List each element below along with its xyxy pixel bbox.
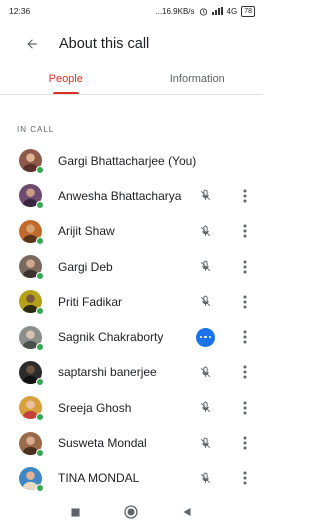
- avatar: [19, 466, 44, 492]
- square-recents-icon: [71, 507, 80, 517]
- mic-muted-icon: [197, 188, 213, 204]
- section-label: IN CALL: [17, 125, 55, 134]
- presence-indicator: [36, 377, 44, 386]
- participant-name: Sagnik Chakraborty: [58, 330, 164, 345]
- participant-row[interactable]: Gargi Bhattacharjee (You): [0, 143, 263, 178]
- more-options-button[interactable]: [238, 258, 252, 276]
- more-vert-icon: [243, 365, 247, 379]
- presence-indicator: [36, 413, 44, 422]
- participant-row[interactable]: Priti Fadikar: [0, 284, 263, 319]
- participant-row[interactable]: Sreeja Ghosh: [0, 390, 263, 425]
- tab-information[interactable]: Information: [132, 64, 264, 94]
- triangle-back-icon: [183, 508, 191, 516]
- participant-row[interactable]: TINA MONDAL: [0, 461, 263, 496]
- speaking-indicator-icon: [196, 327, 215, 347]
- tab-people[interactable]: People: [0, 64, 132, 94]
- more-vert-icon: [243, 295, 247, 309]
- mic-muted-icon: [197, 400, 213, 416]
- recents-button[interactable]: [64, 500, 88, 524]
- more-options-button[interactable]: [238, 434, 252, 452]
- participant-row[interactable]: Susweta Mondal: [0, 425, 263, 460]
- more-options-button[interactable]: [238, 222, 252, 240]
- mic-muted-icon: [197, 470, 213, 486]
- mic-muted-icon: [197, 223, 213, 239]
- participant-name: Sreeja Ghosh: [58, 400, 132, 415]
- tab-bar: People Information: [0, 64, 263, 94]
- participant-row[interactable]: Gargi Deb: [0, 249, 263, 284]
- home-button[interactable]: [119, 500, 143, 524]
- system-nav-bar: [0, 497, 263, 527]
- status-bar: 12:36 ...16.9KB/s 4G 78: [0, 0, 263, 22]
- battery-icon: 78: [241, 5, 255, 17]
- presence-indicator: [36, 342, 44, 351]
- more-options-button[interactable]: [238, 363, 252, 381]
- mic-muted-icon: [197, 294, 213, 310]
- presence-indicator: [36, 483, 44, 492]
- alarm-icon: [199, 7, 207, 16]
- participant-list: Gargi Bhattacharjee (You) Anwesha Bhatta…: [0, 143, 263, 496]
- back-nav-button[interactable]: [175, 500, 199, 524]
- avatar: [19, 396, 44, 422]
- more-vert-icon: [243, 189, 247, 203]
- avatar: [19, 431, 44, 457]
- participant-row[interactable]: Sagnik Chakraborty: [0, 319, 263, 354]
- battery-level: 78: [244, 7, 252, 15]
- participant-name: TINA MONDAL: [58, 471, 140, 486]
- tab-information-label: Information: [169, 73, 225, 85]
- avatar: [19, 219, 44, 245]
- more-options-button[interactable]: [238, 469, 252, 487]
- status-icons: ...16.9KB/s 4G 78: [155, 5, 255, 17]
- more-options-button[interactable]: [238, 293, 252, 311]
- avatar: [19, 149, 44, 175]
- presence-indicator: [36, 307, 44, 316]
- mic-muted-icon: [197, 364, 213, 380]
- page-title: About this call: [59, 36, 150, 52]
- more-vert-icon: [243, 471, 247, 485]
- more-vert-icon: [243, 260, 247, 274]
- circle-home-icon: [124, 505, 139, 519]
- participant-name: saptarshi banerjee: [58, 365, 157, 380]
- avatar: [19, 290, 44, 316]
- avatar: [19, 255, 44, 281]
- network-type: 4G: [226, 6, 238, 16]
- mic-muted-icon: [197, 435, 213, 451]
- more-vert-icon: [243, 224, 247, 238]
- tabs-divider: [0, 94, 263, 95]
- arrow-back-icon: [27, 39, 37, 49]
- presence-indicator: [36, 201, 44, 210]
- participant-row[interactable]: Anwesha Bhattacharya: [0, 178, 263, 213]
- avatar: [19, 360, 44, 386]
- clock: 12:36: [9, 6, 31, 16]
- more-vert-icon: [243, 436, 247, 450]
- network-speed: ...16.9KB/s: [155, 6, 195, 16]
- tab-people-label: People: [48, 73, 83, 85]
- participant-row[interactable]: saptarshi banerjee: [0, 355, 263, 390]
- participant-name: Gargi Deb: [58, 259, 113, 274]
- participant-name: Arijit Shaw: [58, 224, 115, 239]
- presence-indicator: [36, 236, 44, 245]
- more-options-button[interactable]: [238, 399, 252, 417]
- mic-muted-icon: [197, 259, 213, 275]
- more-options-button[interactable]: [238, 187, 252, 205]
- signal-icon: [211, 7, 223, 15]
- more-options-button[interactable]: [238, 328, 252, 346]
- participant-name: Susweta Mondal: [58, 436, 147, 451]
- more-vert-icon: [243, 401, 247, 415]
- presence-indicator: [36, 448, 44, 457]
- participant-row[interactable]: Arijit Shaw: [0, 214, 263, 249]
- back-button[interactable]: [22, 34, 42, 54]
- participant-name: Priti Fadikar: [58, 294, 123, 309]
- avatar: [19, 325, 44, 351]
- participant-name: Anwesha Bhattacharya: [58, 188, 182, 203]
- more-vert-icon: [243, 330, 247, 344]
- app-bar: About this call: [0, 26, 263, 62]
- presence-indicator: [36, 166, 44, 175]
- presence-indicator: [36, 272, 44, 281]
- avatar: [19, 184, 44, 210]
- participant-name: Gargi Bhattacharjee (You): [58, 153, 197, 168]
